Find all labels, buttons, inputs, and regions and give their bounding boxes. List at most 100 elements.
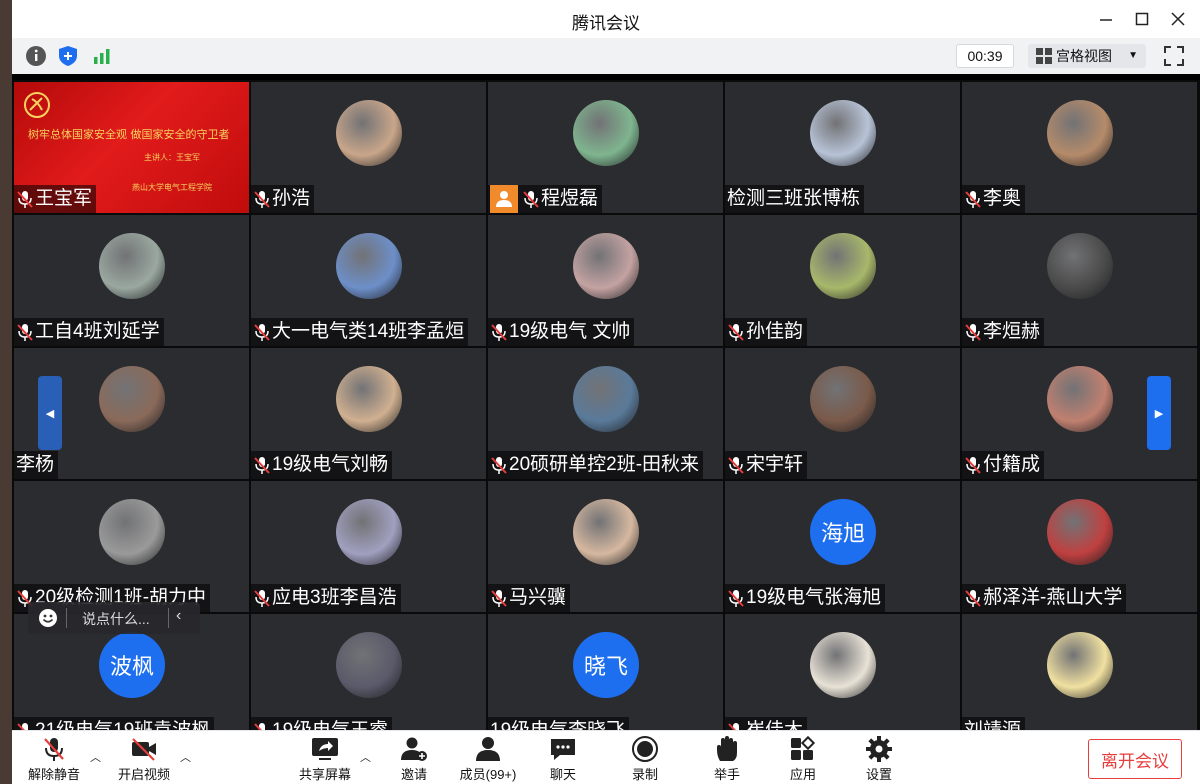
- avatar: [336, 632, 402, 698]
- next-page-button[interactable]: ▶: [1147, 376, 1171, 450]
- avatar: [99, 233, 165, 299]
- participant-tile[interactable]: 19级电气 文帅: [488, 215, 723, 346]
- participant-name: 李烜赫: [983, 321, 1041, 342]
- meeting-timer: 00:39: [956, 44, 1014, 68]
- invite-button[interactable]: 邀请: [398, 735, 430, 783]
- mic-muted-icon: [727, 322, 745, 342]
- participant-nametag: 19级电气张海旭: [725, 584, 886, 612]
- participant-tile[interactable]: 郝泽洋-燕山大学: [962, 481, 1197, 612]
- fullscreen-icon: [1164, 46, 1184, 66]
- participant-nametag: 刘靖源: [962, 717, 1026, 730]
- participant-tile[interactable]: 崔佳木: [725, 614, 960, 730]
- participant-tile[interactable]: 晓飞 19级电气李晓飞: [488, 614, 723, 730]
- mic-muted-icon: [964, 189, 982, 209]
- record-icon: [632, 736, 658, 762]
- fullscreen-button[interactable]: [1162, 44, 1186, 68]
- mic-muted-icon: [964, 588, 982, 608]
- participant-name: 19级电气王睿: [272, 717, 388, 730]
- avatar: 晓飞: [573, 632, 639, 698]
- participant-tile[interactable]: 李奥: [962, 82, 1197, 213]
- share-college: 燕山大学电气工程学院: [132, 183, 212, 192]
- shield-icon[interactable]: [56, 44, 80, 68]
- mic-muted-icon: [253, 189, 271, 209]
- close-window-button[interactable]: [1164, 6, 1192, 32]
- video-options-chevron-icon[interactable]: ︿: [180, 749, 194, 764]
- participant-tile[interactable]: 树牢总体国家安全观 做国家安全的守卫者 主讲人：王宝军 燕山大学电气工程学院 王宝军: [14, 82, 249, 213]
- participant-nametag: 王宝军: [14, 185, 97, 213]
- participant-tile[interactable]: 李烜赫: [962, 215, 1197, 346]
- bottom-control-bar: 解除静音 ︿ 开启视频 ︿ 共享屏幕 ︿ 邀请 成员(99+) 聊天 录制 举手…: [12, 730, 1200, 784]
- participant-nametag: 20硕研单控2班-田秋来: [488, 451, 704, 479]
- mic-muted-icon: [44, 738, 64, 761]
- members-button[interactable]: 成员(99+): [456, 735, 520, 783]
- participant-nametag: 崔佳木: [725, 717, 808, 730]
- unmute-button[interactable]: 解除静音: [26, 735, 82, 783]
- settings-button[interactable]: 设置: [864, 735, 894, 783]
- info-icon[interactable]: [24, 44, 48, 68]
- gear-icon: [866, 736, 892, 762]
- minimize-button[interactable]: [1092, 6, 1120, 32]
- participant-nametag: 付籍成: [962, 451, 1045, 479]
- participant-tile[interactable]: 19级电气王睿: [251, 614, 486, 730]
- participant-name: 孙浩: [272, 188, 311, 209]
- raise-hand-button[interactable]: 举手: [712, 735, 742, 783]
- avatar: [810, 100, 876, 166]
- participant-tile[interactable]: 20级检测1班-胡力中: [14, 481, 249, 612]
- participant-tile[interactable]: 刘靖源: [962, 614, 1197, 730]
- chat-button[interactable]: 聊天: [548, 735, 578, 783]
- participant-tile[interactable]: 孙浩: [251, 82, 486, 213]
- window-title: 腾讯会议: [572, 14, 640, 33]
- collapse-chat-icon[interactable]: ‹: [176, 607, 181, 625]
- participant-nametag: 19级电气王睿: [251, 717, 393, 730]
- view-mode-dropdown[interactable]: 宫格视图 ▼: [1028, 44, 1146, 68]
- grid-icon: [1036, 48, 1052, 64]
- participant-name: 19级电气刘畅: [272, 454, 389, 475]
- signal-icon[interactable]: [90, 44, 114, 68]
- participant-tile[interactable]: 孙佳韵: [725, 215, 960, 346]
- participant-nametag: 21级电气19班袁波枫: [14, 717, 215, 730]
- participant-tile[interactable]: 宋宇轩: [725, 348, 960, 479]
- avatar: [1047, 100, 1113, 166]
- participant-tile[interactable]: 马兴骥: [488, 481, 723, 612]
- chevron-right-icon: ▶: [1154, 407, 1164, 420]
- mic-muted-icon: [253, 721, 271, 730]
- avatar: [99, 499, 165, 565]
- avatar: [810, 233, 876, 299]
- leave-meeting-button[interactable]: 离开会议: [1088, 739, 1182, 779]
- mic-muted-icon: [16, 189, 34, 209]
- view-mode-label: 宫格视图: [1056, 48, 1112, 64]
- share-screen-button[interactable]: 共享屏幕: [296, 735, 354, 783]
- participant-nametag: 19级电气李晓飞: [488, 717, 630, 730]
- avatar: [573, 366, 639, 432]
- avatar: [336, 100, 402, 166]
- participant-tile[interactable]: 19级电气刘畅: [251, 348, 486, 479]
- participant-tile[interactable]: 大一电气类14班李孟烜: [251, 215, 486, 346]
- participant-tile[interactable]: 20硕研单控2班-田秋来: [488, 348, 723, 479]
- record-button[interactable]: 录制: [630, 735, 660, 783]
- participant-tile[interactable]: 检测三班张博栋: [725, 82, 960, 213]
- participant-name: 大一电气类14班李孟烜: [272, 321, 465, 342]
- participant-tile[interactable]: 工自4班刘延学: [14, 215, 249, 346]
- avatar: [336, 499, 402, 565]
- audio-options-chevron-icon[interactable]: ︿: [90, 749, 104, 764]
- maximize-button[interactable]: [1128, 6, 1156, 32]
- quick-chat-bar[interactable]: 说点什么... ‹: [28, 602, 200, 634]
- participant-tile[interactable]: 程煜磊: [488, 82, 723, 213]
- apps-button[interactable]: 应用: [788, 735, 818, 783]
- avatar: [99, 366, 165, 432]
- participant-name: 19级电气李晓飞: [490, 717, 625, 730]
- emoji-icon[interactable]: [38, 608, 58, 628]
- participant-name: 王宝军: [35, 188, 93, 209]
- mic-muted-icon: [727, 455, 745, 475]
- share-options-chevron-icon[interactable]: ︿: [360, 749, 374, 764]
- avatar: 波枫: [99, 632, 165, 698]
- participant-name: 刘靖源: [964, 717, 1021, 730]
- meeting-toolbar: 00:39 宫格视图 ▼: [12, 38, 1200, 74]
- participant-tile[interactable]: 海旭 19级电气张海旭: [725, 481, 960, 612]
- participant-tile[interactable]: 应电3班李昌浩: [251, 481, 486, 612]
- maximize-icon: [1135, 12, 1149, 26]
- start-video-button[interactable]: 开启视频: [114, 735, 174, 783]
- participant-nametag: 李烜赫: [962, 318, 1045, 346]
- chat-input-placeholder[interactable]: 说点什么...: [82, 609, 150, 629]
- prev-page-button[interactable]: ◀: [38, 376, 62, 450]
